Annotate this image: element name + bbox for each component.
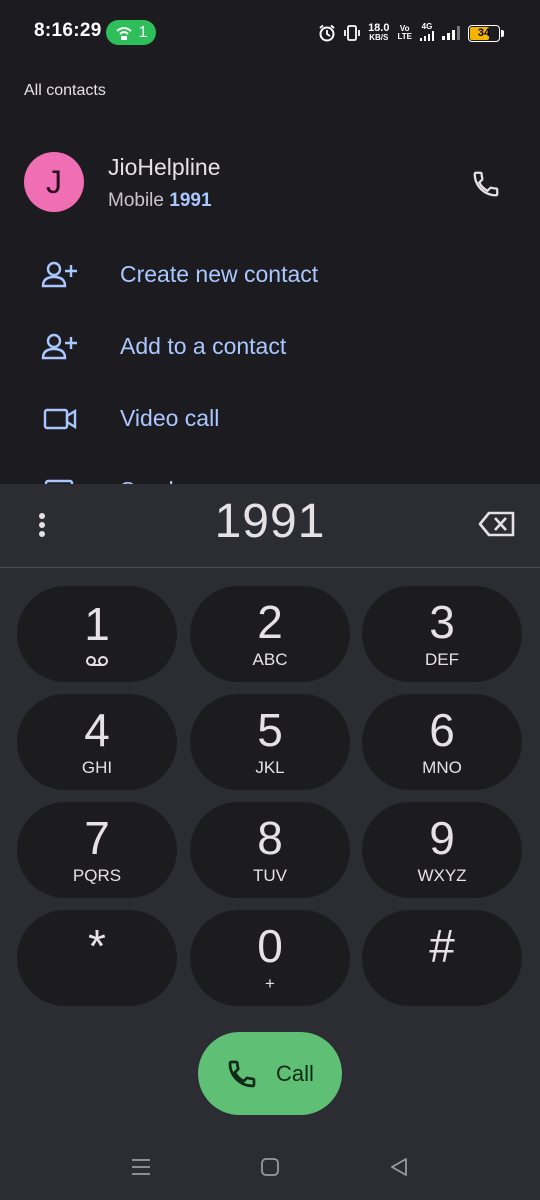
key-letters: MNO <box>422 758 462 777</box>
network-type-label: 4G <box>421 22 433 31</box>
system-nav-bar <box>0 1136 540 1200</box>
voicemail-icon <box>86 656 108 666</box>
key-8[interactable]: 8 TUV <box>190 802 350 898</box>
video-call-label: Video call <box>120 405 220 431</box>
signal-icon <box>442 26 460 40</box>
key-digit: 8 <box>257 812 283 864</box>
key-letters: WXYZ <box>417 866 467 885</box>
contact-name: JioHelpline <box>108 154 221 180</box>
recents-icon <box>132 1159 150 1175</box>
status-icons: 18.0 KB/S Vo LTE 4G 34 <box>318 20 504 46</box>
divider <box>0 567 540 568</box>
recents-button[interactable] <box>126 1154 156 1180</box>
dialpad-sheet: 1991 1 2 ABC 3 DEF 4 GHI 5 JKL 6 MNO 7 P… <box>0 484 540 1200</box>
contact-number-line: Mobile 1991 <box>108 190 212 212</box>
net-speed: 18.0 KB/S <box>368 22 390 43</box>
contact-suggestion[interactable]: J JioHelpline Mobile 1991 <box>0 150 540 216</box>
hotspot-count: 1 <box>138 23 148 41</box>
contact-type: Mobile <box>108 190 164 211</box>
key-digit: # <box>429 920 455 972</box>
add-to-contact-item[interactable]: Add to a contact <box>0 317 540 377</box>
key-digit: 4 <box>84 704 110 756</box>
key-digit: 7 <box>84 812 110 864</box>
volte-indicator: Vo LTE <box>397 25 412 41</box>
key-digit: 6 <box>429 704 455 756</box>
key-3[interactable]: 3 DEF <box>362 586 522 682</box>
key-letters: TUV <box>253 866 287 885</box>
battery-icon: 34 <box>468 24 500 42</box>
key-digit: 0 <box>257 920 283 972</box>
create-new-contact-item[interactable]: Create new contact <box>0 245 540 305</box>
network-type: 4G <box>420 23 434 43</box>
home-button[interactable] <box>255 1154 285 1180</box>
section-label: All contacts <box>24 82 106 99</box>
key-digit: 1 <box>84 598 110 650</box>
alarm-icon <box>319 24 335 42</box>
key-9[interactable]: 9 WXYZ <box>362 802 522 898</box>
dialed-number[interactable]: 1991 <box>0 494 540 549</box>
signal-icon <box>420 31 434 41</box>
key-letters: ABC <box>252 650 288 669</box>
key-star[interactable]: * <box>17 910 177 1006</box>
avatar: J <box>24 152 84 212</box>
video-icon <box>43 408 77 430</box>
add-person-icon <box>41 261 77 288</box>
key-5[interactable]: 5 JKL <box>190 694 350 790</box>
key-4[interactable]: 4 GHI <box>17 694 177 790</box>
key-2[interactable]: 2 ABC <box>190 586 350 682</box>
hotspot-pill[interactable]: 1 <box>106 20 156 45</box>
key-digit: 9 <box>429 812 455 864</box>
add-to-contact-label: Add to a contact <box>120 333 287 359</box>
battery-level: 34 <box>477 27 491 39</box>
key-hash[interactable]: # <box>362 910 522 1006</box>
hotspot-icon <box>115 26 132 40</box>
back-button[interactable] <box>384 1154 414 1180</box>
create-new-contact-label: Create new contact <box>120 261 319 287</box>
key-digit: 3 <box>429 596 455 648</box>
call-label: Call <box>276 1060 314 1086</box>
key-letters: + <box>265 974 275 993</box>
key-digit: * <box>88 920 106 972</box>
key-digit: 2 <box>257 596 283 648</box>
back-icon <box>391 1158 407 1176</box>
status-time: 8:16:29 <box>34 20 102 41</box>
key-letters: GHI <box>81 758 113 777</box>
contact-call-button[interactable] <box>468 166 504 202</box>
home-icon <box>261 1158 279 1176</box>
key-digit: 5 <box>257 704 283 756</box>
key-letters: DEF <box>425 650 459 669</box>
key-1[interactable]: 1 <box>17 586 177 682</box>
key-letters: JKL <box>255 758 285 777</box>
contact-number: 1991 <box>169 190 212 211</box>
video-call-item[interactable]: Video call <box>0 389 540 449</box>
battery-tip <box>501 29 504 37</box>
key-7[interactable]: 7 PQRS <box>17 802 177 898</box>
phone-icon <box>473 171 499 197</box>
net-speed-unit: KB/S <box>369 33 389 42</box>
key-0[interactable]: 0 + <box>190 910 350 1006</box>
phone-icon <box>228 1060 256 1087</box>
vibrate-icon <box>344 25 360 41</box>
volte-mid: LTE <box>397 32 412 41</box>
backspace-icon[interactable] <box>478 508 518 540</box>
call-button[interactable]: Call <box>198 1032 342 1115</box>
net-speed-value: 18.0 <box>368 22 390 34</box>
key-6[interactable]: 6 MNO <box>362 694 522 790</box>
add-person-icon <box>41 333 77 360</box>
status-bar: 8:16:29 1 18.0 KB/S Vo LTE 4G 34 <box>0 0 540 64</box>
key-letters: PQRS <box>72 866 122 885</box>
